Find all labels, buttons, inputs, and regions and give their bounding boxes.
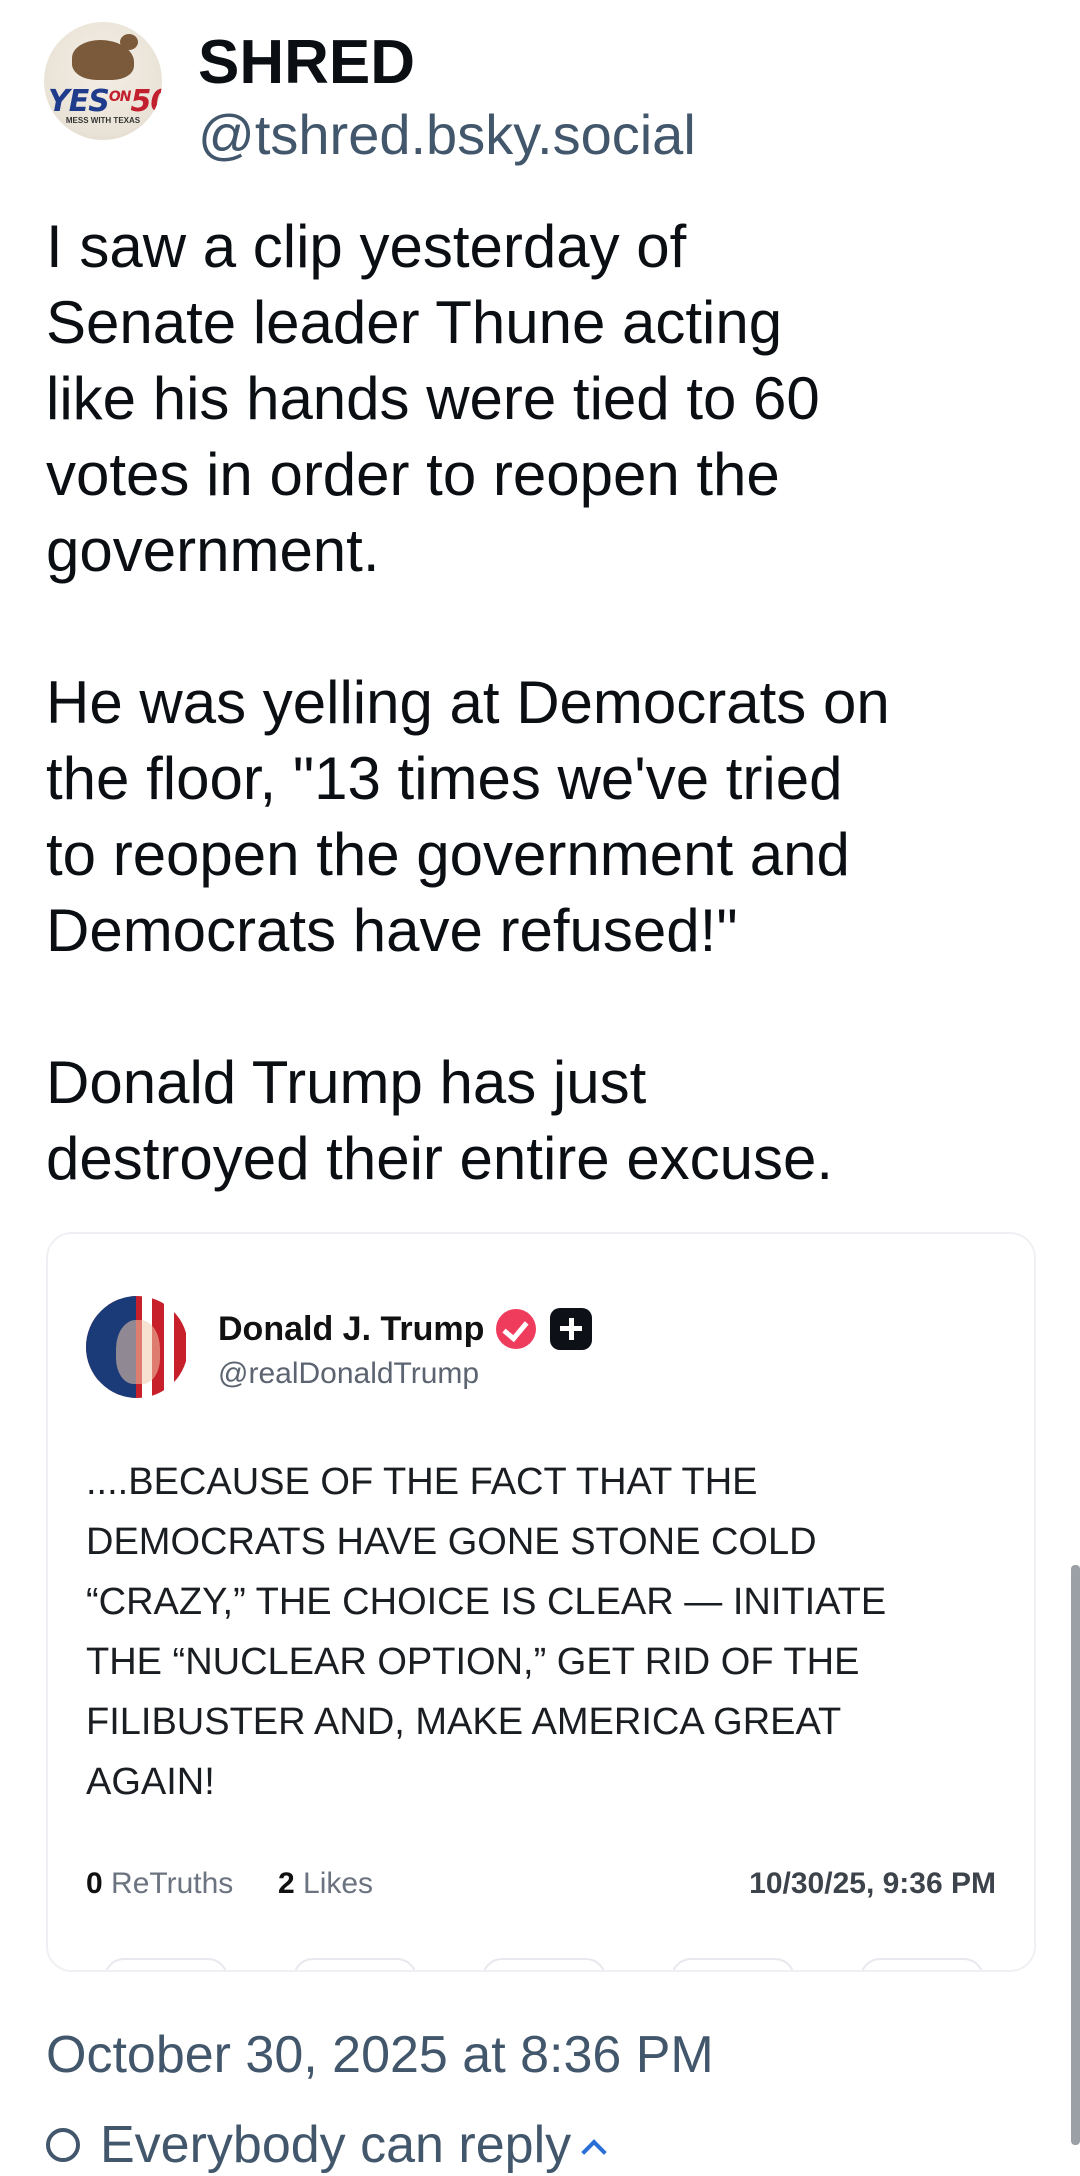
chevron-down-icon [581, 2139, 607, 2165]
embed-action-row [104, 1958, 984, 1970]
author-display-name[interactable]: SHRED [198, 28, 415, 98]
avatar-sub-text: MESS WITH TEXAS [65, 116, 141, 125]
avatar-on-text: ON [108, 89, 132, 105]
embed-action-button[interactable] [293, 1958, 417, 1970]
embed-action-button[interactable] [104, 1958, 228, 1970]
post-paragraph-1: I saw a clip yesterday of Senate leader … [46, 213, 820, 584]
embed-stats: 0 ReTruths 2 Likes [86, 1866, 373, 1902]
embed-post-date: 10/30/25, 9:36 PM [749, 1867, 996, 1900]
embed-action-button[interactable] [482, 1958, 606, 1970]
embedded-post-card[interactable]: Donald J. Trump @realDonaldTrump ....BEC… [46, 1232, 1036, 1972]
post-timestamp: October 30, 2025 at 8:36 PM [46, 2026, 714, 2084]
avatar-logo-text: YESON50 [48, 82, 162, 119]
globe-icon [46, 2128, 80, 2162]
embed-post-text: ....BECAUSE OF THE FACT THAT THE DEMOCRA… [86, 1461, 887, 1803]
embed-author-handle[interactable]: @realDonaldTrump [218, 1356, 479, 1392]
scrollbar[interactable] [1071, 1565, 1080, 2145]
post-paragraph-2: He was yelling at Democrats on the floor… [46, 669, 890, 964]
likes-label[interactable]: Likes [303, 1867, 373, 1900]
post-body: I saw a clip yesterday of Senate leader … [46, 209, 1056, 1197]
avatar-num-text: 50 [130, 84, 162, 119]
truth-plus-icon [550, 1308, 593, 1350]
reply-setting-label: Everybody can reply [100, 2116, 572, 2174]
author-avatar[interactable]: YESON50 MESS WITH TEXAS [44, 22, 162, 140]
face-shape [116, 1320, 160, 1384]
avatar-yes-text: YES [48, 84, 110, 119]
author-handle[interactable]: @tshred.bsky.social [198, 102, 696, 168]
embed-avatar[interactable] [86, 1296, 188, 1398]
retruths-label[interactable]: ReTruths [111, 1867, 233, 1900]
likes-count: 2 [277, 1867, 295, 1900]
embed-author-name-row[interactable]: Donald J. Trump [218, 1308, 593, 1350]
reply-setting-button[interactable]: Everybody can reply [46, 2114, 607, 2176]
embed-action-button[interactable] [671, 1958, 795, 1970]
embed-author-name[interactable]: Donald J. Trump [218, 1309, 484, 1349]
post-paragraph-3: Donald Trump has just destroyed their en… [46, 1049, 834, 1192]
retruths-count: 0 [86, 1867, 103, 1900]
embed-action-button[interactable] [860, 1958, 984, 1970]
bear-icon [72, 34, 138, 80]
verified-badge-icon [496, 1309, 537, 1349]
